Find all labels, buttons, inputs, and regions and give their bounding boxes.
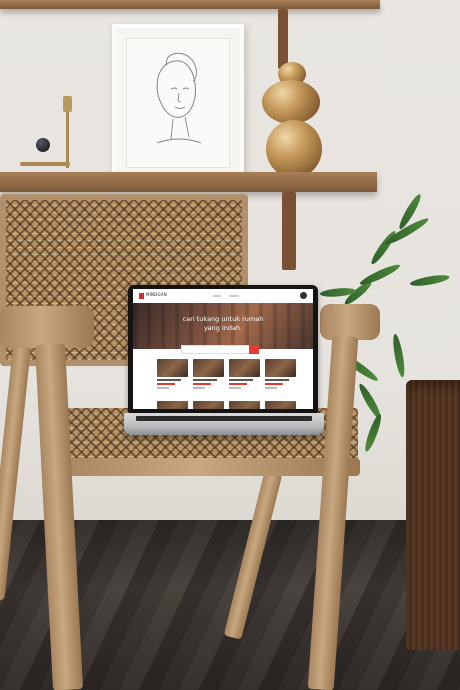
laptop-base bbox=[124, 413, 324, 435]
card-image bbox=[265, 401, 296, 409]
card-image bbox=[193, 359, 224, 377]
card-title-line bbox=[265, 379, 289, 381]
website-navbar: MINDGAN bbox=[133, 289, 313, 304]
card-price-line bbox=[265, 383, 283, 385]
brand-logo-icon bbox=[139, 293, 144, 299]
laptop: MINDGAN cari tukang untuk rumah yang ind… bbox=[128, 285, 318, 413]
search-input[interactable] bbox=[181, 345, 259, 354]
card-image bbox=[265, 359, 296, 377]
nav-link[interactable] bbox=[229, 295, 239, 297]
card-image bbox=[193, 401, 224, 409]
card-image bbox=[157, 359, 188, 377]
card-meta-line bbox=[157, 387, 169, 389]
top-shelf bbox=[0, 0, 380, 9]
card-title-line bbox=[157, 379, 181, 381]
middle-shelf bbox=[0, 172, 377, 192]
service-card[interactable] bbox=[157, 401, 188, 409]
nav-link[interactable] bbox=[213, 295, 221, 297]
hero-title-line1: cari tukang untuk rumah bbox=[182, 315, 264, 323]
card-meta-line bbox=[229, 387, 241, 389]
card-image bbox=[229, 401, 260, 409]
service-card[interactable] bbox=[193, 401, 224, 409]
card-image bbox=[229, 359, 260, 377]
card-title-line bbox=[229, 379, 253, 381]
service-card[interactable] bbox=[157, 359, 188, 389]
shelf-bracket bbox=[282, 192, 296, 270]
card-meta-line bbox=[193, 387, 205, 389]
service-card[interactable] bbox=[265, 401, 296, 409]
hero-title-line2: yang indah. bbox=[203, 324, 243, 332]
search-button[interactable] bbox=[249, 345, 259, 354]
avatar[interactable] bbox=[300, 292, 307, 299]
card-price-line bbox=[157, 383, 175, 385]
service-card[interactable] bbox=[229, 401, 260, 409]
card-title-line bbox=[193, 379, 217, 381]
brand-name: MINDGAN bbox=[146, 292, 167, 297]
chair-armrest-right bbox=[320, 304, 380, 340]
card-price-line bbox=[229, 383, 247, 385]
card-meta-line bbox=[265, 387, 277, 389]
hero-banner: cari tukang untuk rumah yang indah. bbox=[133, 303, 313, 349]
service-card[interactable] bbox=[229, 359, 260, 389]
face-sketch-icon bbox=[156, 52, 202, 144]
laptop-screen: MINDGAN cari tukang untuk rumah yang ind… bbox=[133, 289, 313, 409]
chair-armrest-left bbox=[0, 306, 94, 348]
framed-line-art bbox=[112, 24, 244, 182]
card-image bbox=[157, 401, 188, 409]
fluted-side-table bbox=[406, 380, 460, 650]
service-card[interactable] bbox=[193, 359, 224, 389]
product-mockup-scene: MINDGAN cari tukang untuk rumah yang ind… bbox=[0, 0, 460, 690]
laptop-keyboard bbox=[136, 416, 312, 421]
chair-seat-rail bbox=[62, 458, 360, 476]
card-price-line bbox=[193, 383, 211, 385]
shelf-bracket bbox=[278, 9, 288, 69]
service-card[interactable] bbox=[265, 359, 296, 389]
